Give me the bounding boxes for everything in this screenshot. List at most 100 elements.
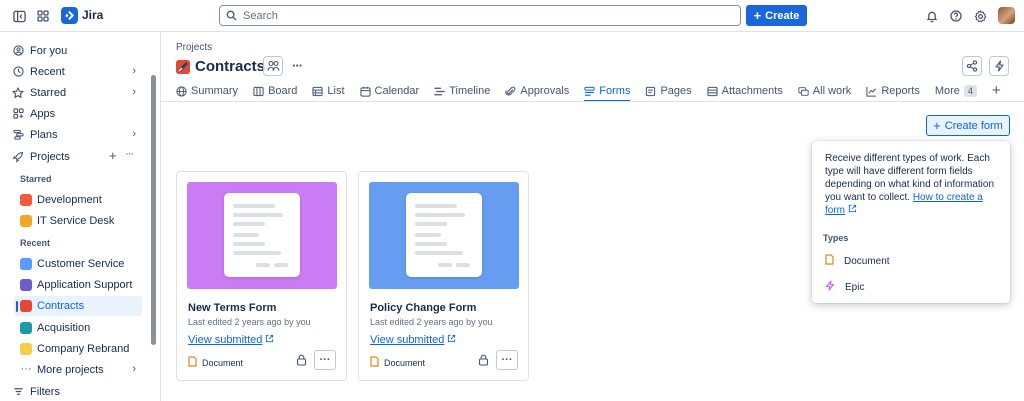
sidebar-item-for-you[interactable]: For you <box>6 40 142 61</box>
search-input[interactable]: Search <box>219 5 741 26</box>
project-avatar-icon <box>20 194 32 206</box>
clock-icon <box>12 66 24 78</box>
sidebar-item-recent[interactable]: Recent › <box>6 61 142 82</box>
tab-forms[interactable]: Forms <box>584 82 631 102</box>
attachments-icon <box>707 86 718 97</box>
app-switcher-icon[interactable] <box>34 7 52 25</box>
popover-description: Receive different types of work. Each ty… <box>825 152 1000 217</box>
tab-more[interactable]: More 4 <box>935 82 977 100</box>
tab-pages[interactable]: Pages <box>645 82 692 100</box>
sidebar: For you Recent › Starred › Apps Plans › … <box>0 32 161 401</box>
tab-attachments[interactable]: Attachments <box>707 82 783 100</box>
tab-label: Summary <box>191 85 239 97</box>
sidebar-item-starred[interactable]: Starred › <box>6 82 142 103</box>
team-button[interactable] <box>263 56 283 76</box>
link-label: View submitted <box>188 334 263 346</box>
type-option-epic[interactable]: Epic <box>825 280 864 294</box>
form-last-edited: Last edited 2 years ago by you <box>188 317 311 327</box>
project-label: Customer Service <box>37 258 125 270</box>
all-work-icon <box>798 86 809 97</box>
add-tab-button[interactable]: + <box>992 82 1001 100</box>
search-placeholder: Search <box>243 9 278 22</box>
more-dots-icon: ··· <box>20 363 32 375</box>
sidebar-project-contracts[interactable]: Contracts <box>14 296 142 316</box>
project-label: Development <box>37 194 102 206</box>
form-card[interactable]: New Terms Form Last edited 2 years ago b… <box>176 171 347 381</box>
add-project-plus-icon[interactable]: + <box>109 149 117 163</box>
jira-logo-icon[interactable] <box>61 7 78 24</box>
form-title[interactable]: New Terms Form <box>188 302 276 314</box>
settings-gear-icon[interactable] <box>971 7 989 25</box>
search-icon <box>226 10 237 21</box>
notifications-icon[interactable] <box>923 7 941 25</box>
chevron-right-icon[interactable]: › <box>132 128 136 140</box>
chevron-right-icon[interactable]: › <box>132 65 136 77</box>
share-icon <box>966 60 978 72</box>
chevron-right-icon[interactable]: › <box>132 363 136 375</box>
sidebar-more-projects[interactable]: ··· More projects › <box>14 360 142 380</box>
create-form-button[interactable]: + Create form <box>926 115 1010 136</box>
sidebar-project-acquisition[interactable]: Acquisition <box>14 318 142 338</box>
sidebar-toggle-icon[interactable] <box>10 7 28 25</box>
card-more-button[interactable]: ··· <box>496 350 518 370</box>
project-more-icon[interactable]: ··· <box>292 58 303 73</box>
sidebar-item-plans[interactable]: Plans › <box>6 124 142 145</box>
lock-icon[interactable] <box>296 354 308 367</box>
tab-label: Timeline <box>449 85 491 97</box>
calendar-icon <box>359 86 371 97</box>
sidebar-project-company-rebrand[interactable]: Company Rebrand <box>14 339 142 359</box>
form-last-edited: Last edited 2 years ago by you <box>370 317 493 327</box>
tab-approvals[interactable]: Approvals <box>505 82 569 100</box>
board-icon <box>253 86 264 97</box>
tab-reports[interactable]: Reports <box>866 82 920 100</box>
tab-board[interactable]: Board <box>253 82 297 100</box>
sidebar-project-it-service-desk[interactable]: IT Service Desk <box>14 211 142 231</box>
form-thumbnail[interactable] <box>187 182 337 289</box>
help-icon[interactable] <box>947 7 965 25</box>
reports-chart-icon <box>866 86 877 97</box>
sidebar-item-projects[interactable]: Projects + ··· <box>6 146 142 167</box>
view-submitted-link[interactable]: View submitted <box>370 334 456 346</box>
view-submitted-link[interactable]: View submitted <box>188 334 274 346</box>
sidebar-item-apps[interactable]: Apps <box>6 103 142 124</box>
sidebar-item-filters[interactable]: Filters <box>6 381 142 401</box>
project-avatar-icon <box>20 343 32 355</box>
form-card[interactable]: Policy Change Form Last edited 2 years a… <box>358 171 529 381</box>
create-button[interactable]: + Create <box>746 5 807 26</box>
chevron-right-icon[interactable]: › <box>132 86 136 98</box>
document-icon <box>825 254 834 268</box>
epic-lightning-icon <box>825 280 835 294</box>
tabs-divider <box>161 101 1024 102</box>
projects-more-icon[interactable]: ··· <box>125 148 134 160</box>
sidebar-project-development[interactable]: Development <box>14 190 142 210</box>
lock-icon[interactable] <box>478 354 490 367</box>
rocket-icon <box>12 151 24 163</box>
sidebar-item-label: Apps <box>30 107 56 120</box>
form-title[interactable]: Policy Change Form <box>370 302 476 314</box>
tab-list[interactable]: List <box>312 82 345 100</box>
sidebar-item-label: Starred <box>30 86 67 99</box>
breadcrumb[interactable]: Projects <box>176 42 212 53</box>
plus-icon: + <box>991 82 1001 99</box>
tab-timeline[interactable]: Timeline <box>434 82 490 100</box>
tab-all-work[interactable]: All work <box>798 82 851 100</box>
user-avatar[interactable] <box>998 7 1015 24</box>
sidebar-item-label: Projects <box>30 150 70 163</box>
tab-label: Pages <box>660 85 692 97</box>
card-more-button[interactable]: ··· <box>314 350 336 370</box>
sidebar-project-customer-service[interactable]: Customer Service <box>14 254 142 274</box>
share-button[interactable] <box>962 56 982 76</box>
type-option-document[interactable]: Document <box>825 254 890 268</box>
project-label: IT Service Desk <box>37 215 115 227</box>
list-icon <box>312 86 324 97</box>
tab-summary[interactable]: Summary <box>176 82 238 100</box>
sidebar-scrollbar[interactable] <box>151 75 156 345</box>
sidebar-project-application-support[interactable]: Application Support <box>14 275 142 295</box>
sidebar-item-label: For you <box>30 44 68 57</box>
tab-calendar[interactable]: Calendar <box>359 82 419 100</box>
automation-button[interactable] <box>989 56 1009 76</box>
sidebar-item-label: Plans <box>30 128 58 141</box>
form-thumbnail[interactable] <box>369 182 519 289</box>
app-name[interactable]: Jira <box>82 8 103 22</box>
timeline-icon <box>434 86 445 97</box>
